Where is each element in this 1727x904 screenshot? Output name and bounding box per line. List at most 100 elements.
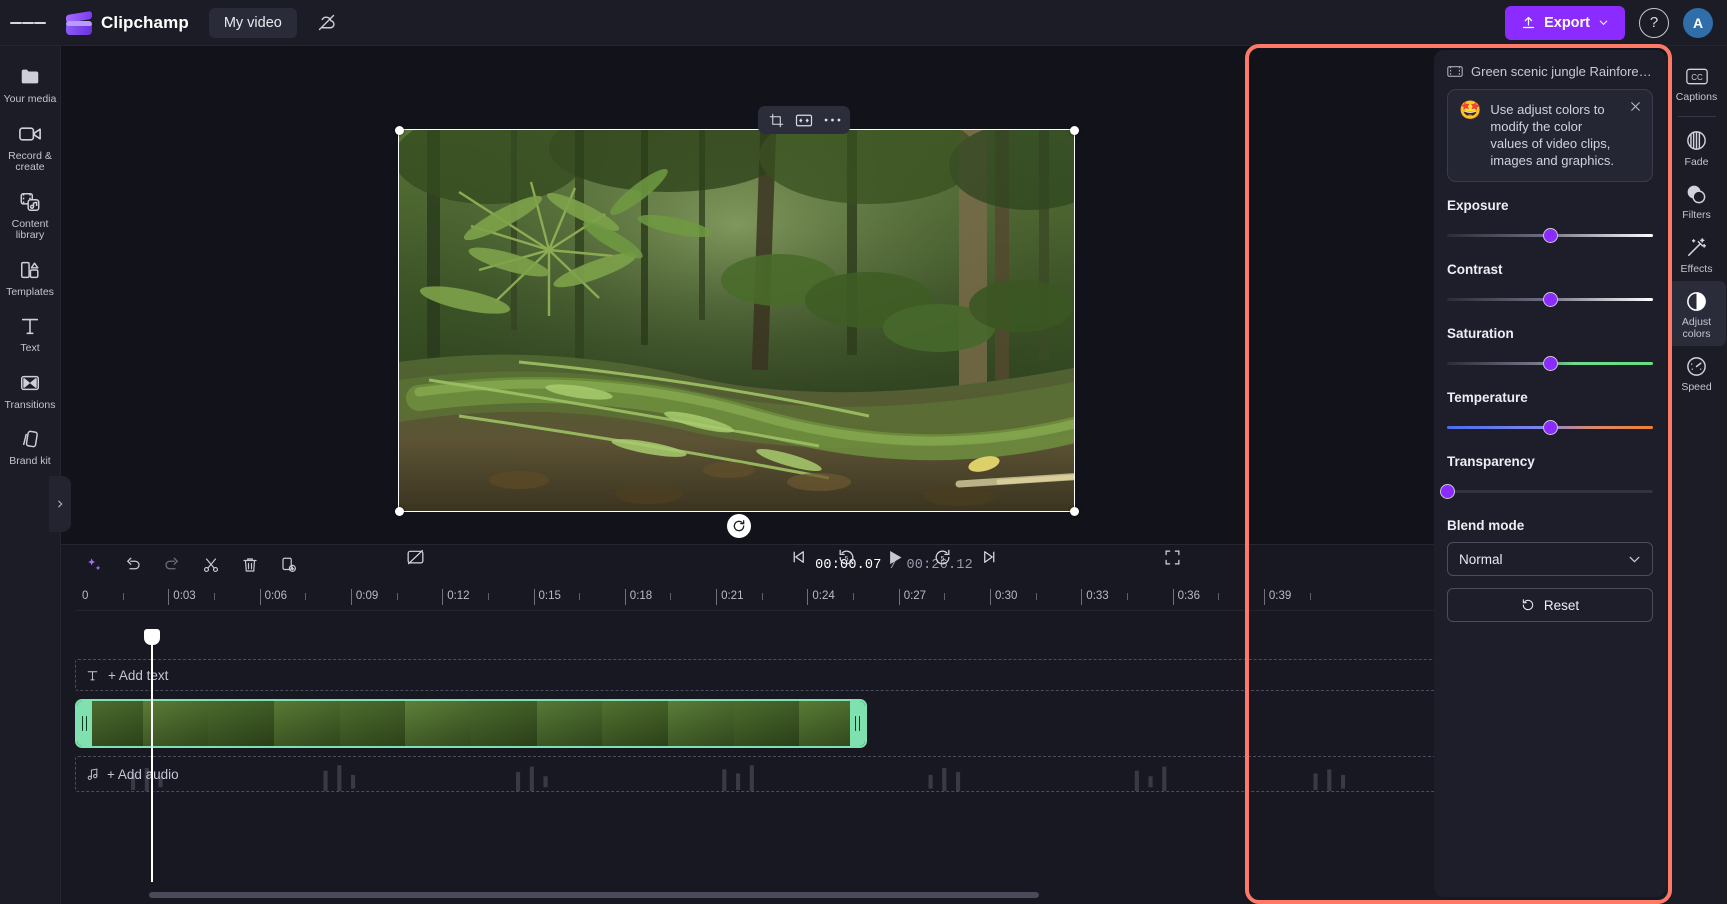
fullscreen-icon[interactable] — [1154, 541, 1190, 573]
slider-thumb[interactable] — [1543, 292, 1558, 307]
adjust-colors-panel: Green scenic jungle Rainforest A... 🤩 Us… — [1434, 50, 1666, 897]
ruler-label: 0:30 — [995, 590, 1017, 602]
ruler-label: 0:21 — [721, 590, 743, 602]
export-button[interactable]: Export — [1505, 6, 1625, 40]
tab-label: Speed — [1681, 382, 1711, 394]
clipchamp-logo-icon — [66, 11, 92, 35]
resize-handle-top-right[interactable] — [1070, 126, 1079, 135]
video-camera-icon — [17, 122, 43, 146]
rotate-icon[interactable] — [727, 514, 751, 538]
slider-track[interactable] — [1447, 482, 1653, 500]
sidebar-item-text[interactable]: Text — [1, 305, 59, 362]
project-title[interactable]: My video — [209, 8, 297, 38]
ruler-tick-major — [534, 589, 535, 605]
playhead-handle[interactable] — [144, 629, 160, 645]
fullscreen-button[interactable] — [1154, 541, 1190, 573]
speed-gauge-icon — [1684, 354, 1710, 378]
ruler-tick-major — [1264, 589, 1265, 605]
reset-button[interactable]: Reset — [1447, 588, 1653, 622]
chevron-down-icon — [1598, 17, 1609, 28]
tab-label: Adjust colors — [1670, 317, 1724, 340]
slider-track[interactable] — [1447, 226, 1653, 244]
sidebar-item-your-media[interactable]: Your media — [1, 56, 59, 113]
sidebar-item-transitions[interactable]: Transitions — [1, 362, 59, 419]
video-preview[interactable] — [399, 130, 1074, 511]
clip-trim-handle-right[interactable] — [850, 701, 865, 746]
tab-label: Filters — [1682, 210, 1711, 222]
ruler-label: 0:36 — [1178, 590, 1200, 602]
tip-callout: 🤩 Use adjust colors to modify the color … — [1447, 89, 1653, 182]
ruler-tick-minor — [853, 593, 854, 600]
sidebar-label: Templates — [6, 287, 54, 299]
tab-label: Effects — [1681, 264, 1713, 276]
folder-icon — [17, 65, 43, 89]
content-library-icon — [17, 190, 43, 214]
tab-filters[interactable]: Filters — [1668, 174, 1726, 228]
tab-effects[interactable]: Effects — [1668, 228, 1726, 282]
sidebar-item-content-library[interactable]: Content library — [1, 181, 59, 249]
video-clip[interactable] — [75, 699, 867, 748]
sidebar-item-record-create[interactable]: Record & create — [1, 113, 59, 181]
resize-handle-bottom-left[interactable] — [395, 507, 404, 516]
blend-mode-select[interactable]: Normal — [1447, 542, 1653, 576]
jungle-rainforest-frame — [399, 130, 1074, 511]
slider-track[interactable] — [1447, 290, 1653, 308]
help-button[interactable]: ? — [1639, 8, 1669, 38]
captions-off-button[interactable] — [397, 541, 433, 573]
forward-5-seconds-icon[interactable]: 5 — [924, 541, 960, 573]
resize-handle-top-left[interactable] — [395, 126, 404, 135]
play-icon[interactable] — [876, 541, 912, 573]
chevron-down-icon — [1628, 552, 1641, 567]
crop-icon[interactable] — [763, 108, 789, 132]
text-icon — [86, 669, 99, 682]
captions-off-icon[interactable] — [397, 541, 433, 573]
ruler-tick-major — [807, 589, 808, 605]
fit-width-icon[interactable] — [791, 108, 817, 132]
slider-thumb[interactable] — [1543, 228, 1558, 243]
avatar[interactable]: A — [1683, 8, 1713, 38]
ruler-tick-minor — [762, 593, 763, 600]
upload-icon — [1521, 15, 1536, 30]
ruler-label: 0 — [82, 590, 88, 602]
reset-arrow-icon — [1521, 598, 1535, 612]
sidebar-item-templates[interactable]: Templates — [1, 249, 59, 306]
skip-to-end-icon[interactable] — [972, 541, 1008, 573]
skip-to-start-icon[interactable] — [780, 541, 816, 573]
back-5-seconds-icon[interactable]: 5 — [828, 541, 864, 573]
clip-trim-handle-left[interactable] — [77, 701, 92, 746]
ruler-tick-major — [990, 589, 991, 605]
templates-icon — [17, 258, 43, 282]
slider-thumb[interactable] — [1543, 420, 1558, 435]
ruler-tick-minor — [488, 593, 489, 600]
close-icon[interactable] — [1625, 96, 1645, 116]
tab-adjust-colors[interactable]: Adjust colors — [1668, 281, 1726, 346]
cloud-off-icon[interactable] — [311, 7, 343, 39]
ruler-tick-major — [1173, 589, 1174, 605]
right-sidebar: CC Captions Fade Filters — [1666, 46, 1727, 904]
ruler-tick-major — [716, 589, 717, 605]
sidebar-item-brand-kit[interactable]: Brand kit — [1, 418, 59, 475]
blend-mode-value: Normal — [1459, 552, 1503, 567]
timeline-horizontal-scrollbar[interactable] — [149, 892, 1039, 898]
slider-thumb[interactable] — [1543, 356, 1558, 371]
ruler-label: 0:03 — [173, 590, 195, 602]
slider-exposure: Exposure — [1447, 198, 1653, 244]
hamburger-icon[interactable] — [10, 5, 46, 41]
tab-captions[interactable]: CC Captions — [1668, 56, 1726, 110]
clip-thumbnail-strip — [77, 701, 865, 746]
slider-rail — [1447, 490, 1653, 493]
slider-track[interactable] — [1447, 354, 1653, 372]
tab-fade[interactable]: Fade — [1668, 121, 1726, 175]
resize-handle-bottom-right[interactable] — [1070, 507, 1079, 516]
tab-speed[interactable]: Speed — [1668, 346, 1726, 400]
ruler-tick-minor — [1127, 593, 1128, 600]
slider-thumb[interactable] — [1440, 484, 1455, 499]
playback-buttons: 5 5 — [780, 541, 1008, 573]
slider-track[interactable] — [1447, 418, 1653, 436]
sidebar-label: Content library — [3, 219, 57, 242]
ruler-label: 0:12 — [447, 590, 469, 602]
slider-label: Contrast — [1447, 262, 1653, 277]
add-text-label: + Add text — [108, 668, 168, 683]
ruler-label: 0:09 — [356, 590, 378, 602]
more-options-icon[interactable] — [819, 108, 845, 132]
